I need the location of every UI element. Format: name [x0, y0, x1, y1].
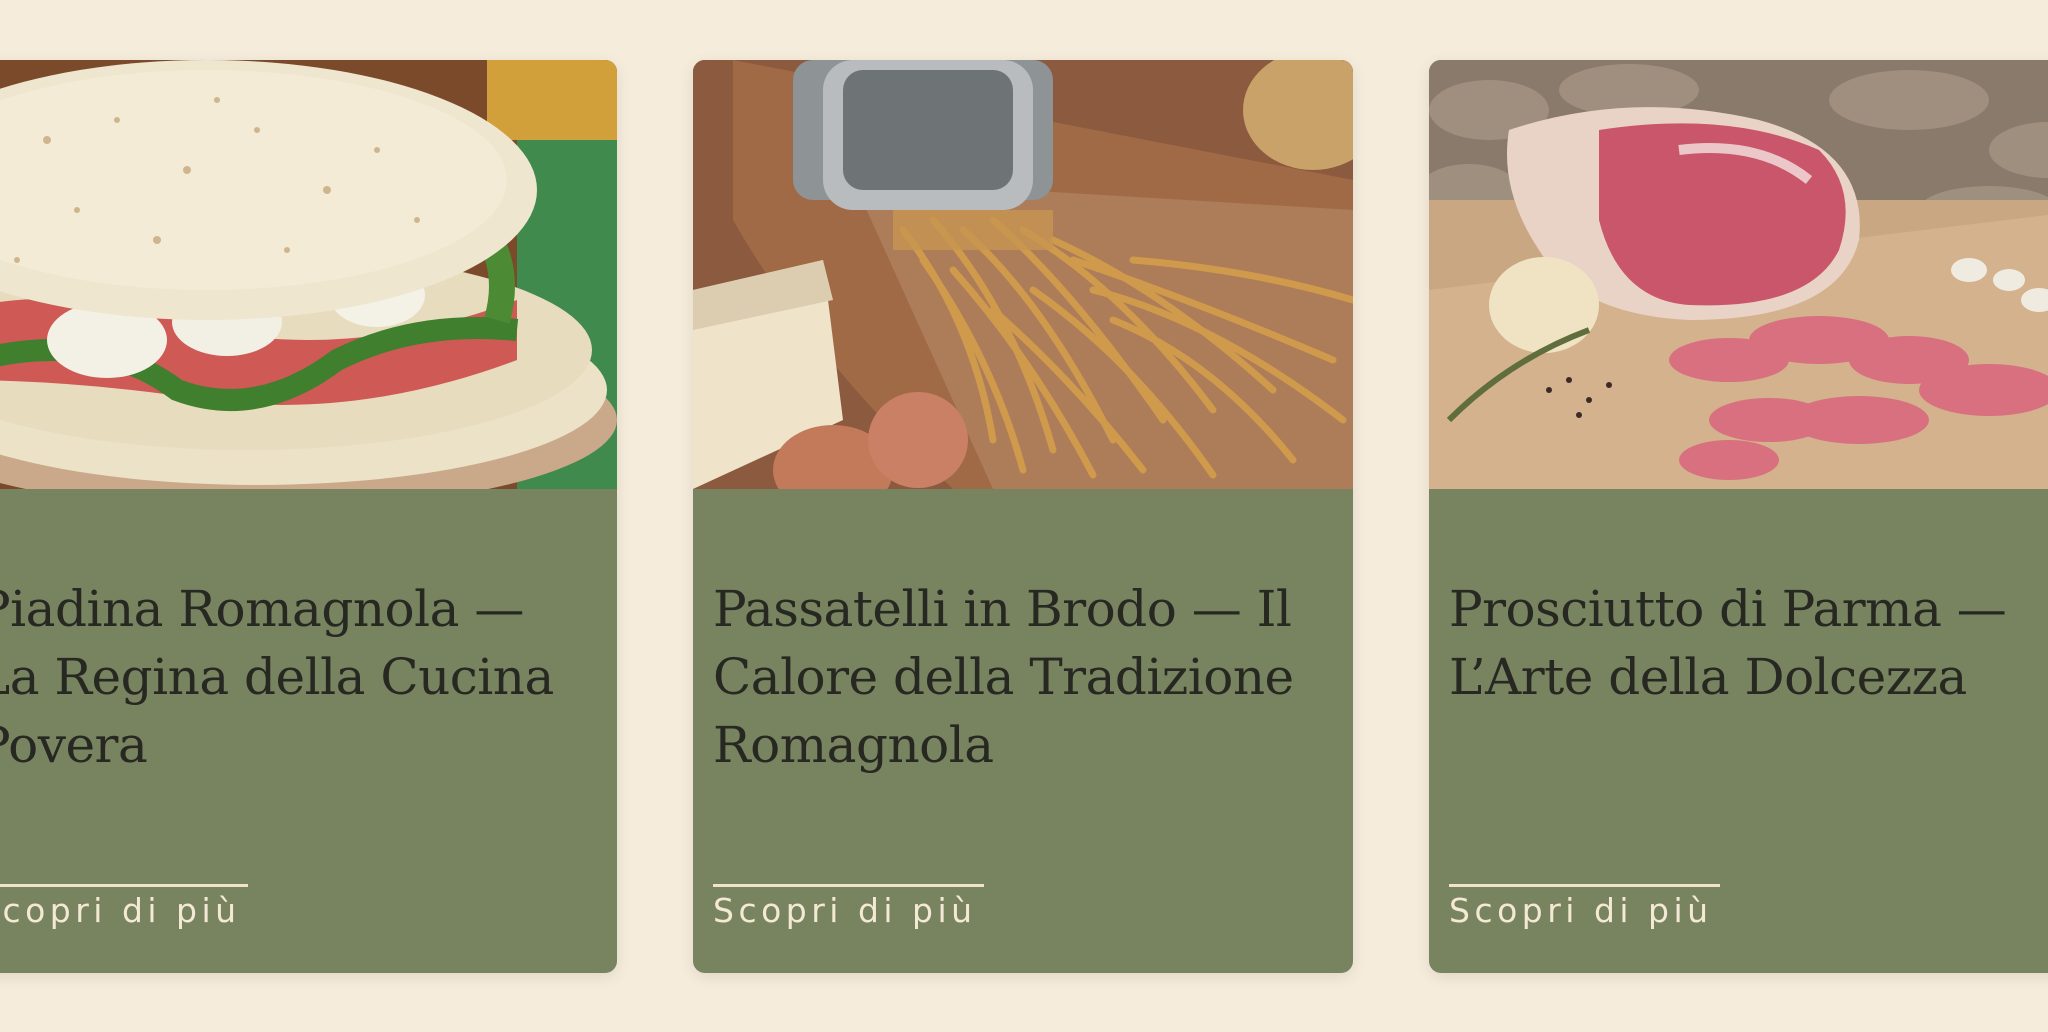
read-more-link[interactable]: Scopri di più — [713, 884, 984, 933]
prosciutto-photo-icon[interactable] — [1429, 60, 2048, 489]
recipe-card-carousel: Piadina Romagnola — La Regina della Cuci… — [0, 0, 2048, 1032]
card-title: Piadina Romagnola — La Regina della Cuci… — [0, 580, 554, 774]
piadina-photo-icon[interactable] — [0, 60, 617, 489]
read-more-link[interactable]: Scopri di più — [1449, 884, 1720, 933]
card-title: Passatelli in Brodo — Il Calore della Tr… — [713, 580, 1294, 774]
recipe-card[interactable]: Passatelli in Brodo — Il Calore della Tr… — [693, 60, 1353, 973]
read-more-link[interactable]: Scopri di più — [0, 884, 248, 933]
recipe-card[interactable]: Piadina Romagnola — La Regina della Cuci… — [0, 60, 617, 973]
passatelli-photo-icon[interactable] — [693, 60, 1353, 489]
recipe-card[interactable]: Prosciutto di Parma — L’Arte della Dolce… — [1429, 60, 2048, 973]
card-title: Prosciutto di Parma — L’Arte della Dolce… — [1449, 580, 2007, 706]
